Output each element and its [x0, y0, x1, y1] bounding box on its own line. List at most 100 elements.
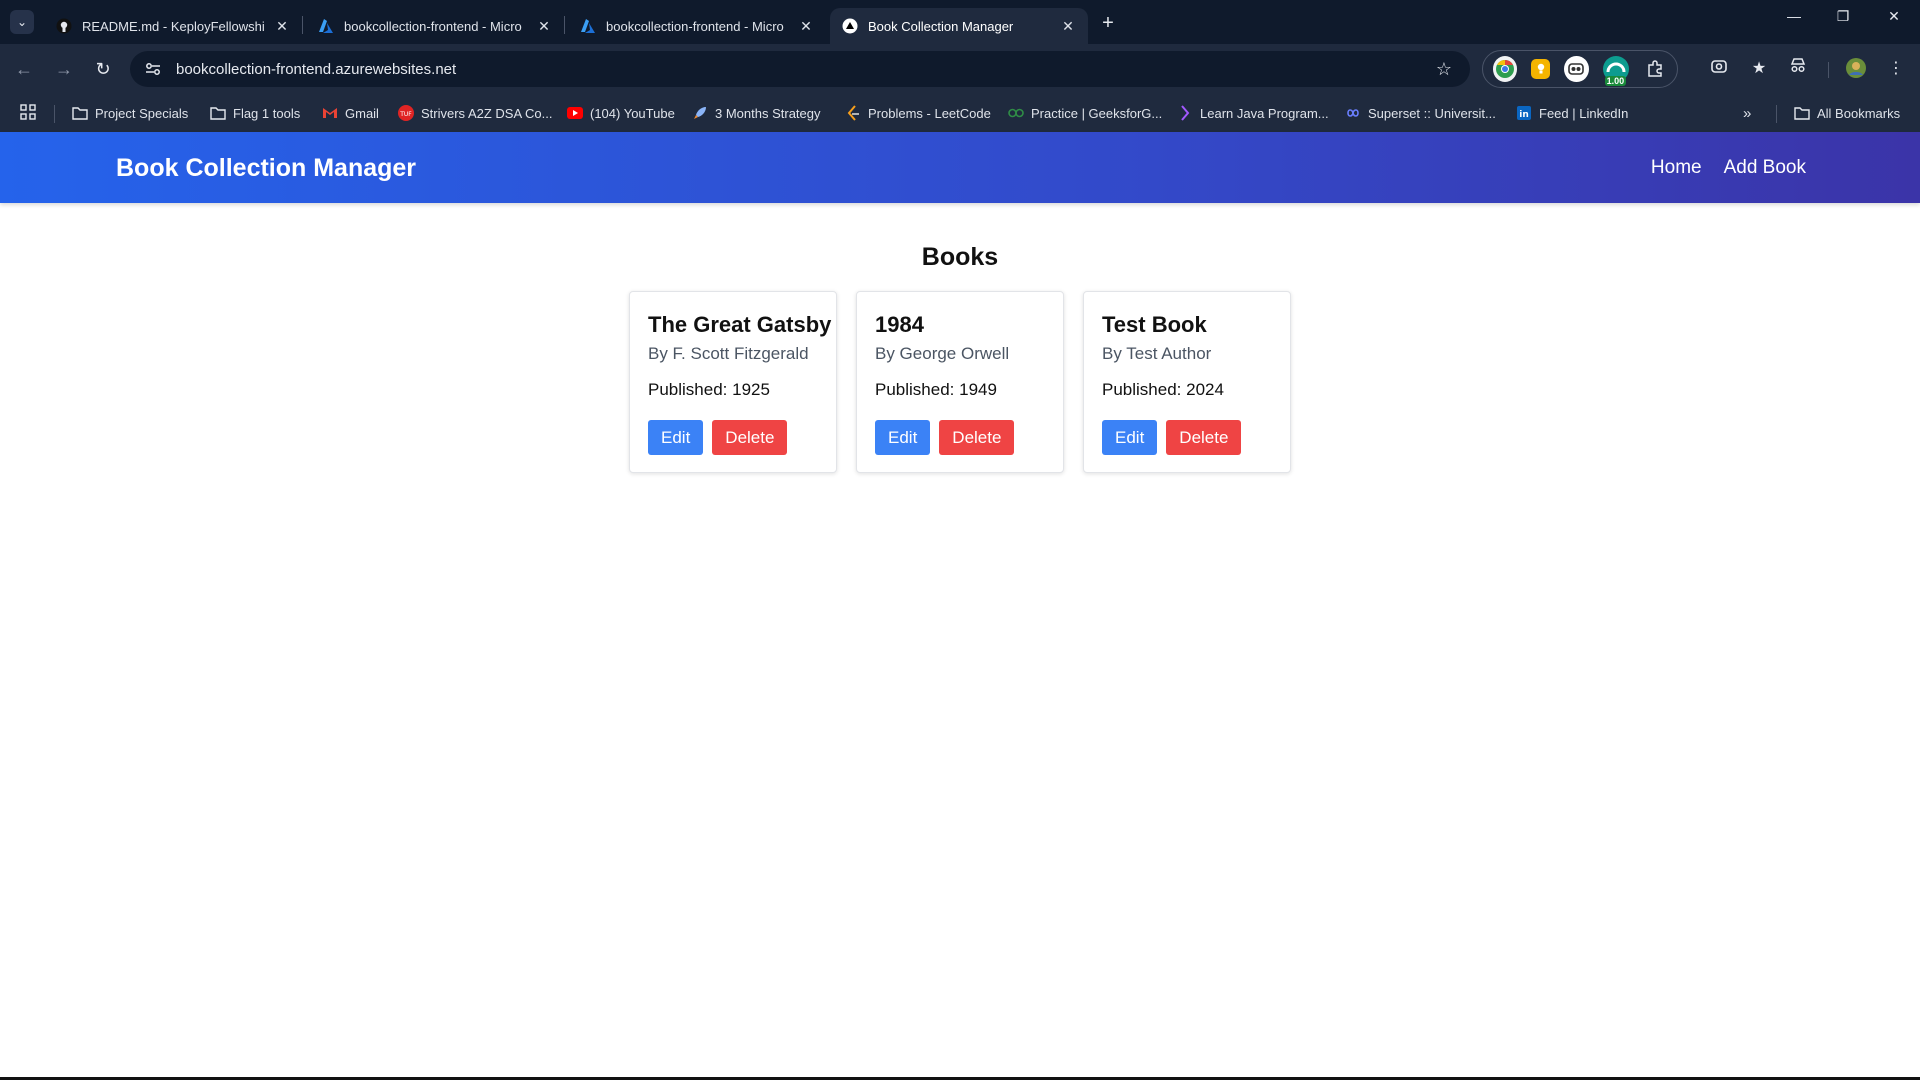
bookmark-strivers[interactable]: TUF Strivers A2Z DSA Co... [398, 103, 553, 123]
close-icon[interactable]: ✕ [536, 18, 552, 35]
site-info-icon[interactable] [142, 58, 164, 80]
chevron-down-icon: ⌄ [16, 15, 28, 29]
toolbar-divider [1828, 62, 1829, 78]
book-title: Test Book [1102, 312, 1207, 337]
bookmark-leetcode[interactable]: Problems - LeetCode [845, 103, 991, 123]
folder-icon [72, 105, 88, 121]
book-author: By George Orwell [875, 344, 1010, 363]
delete-button[interactable]: Delete [1166, 420, 1242, 455]
close-icon[interactable]: ✕ [1060, 18, 1076, 35]
rocket-icon [692, 105, 708, 121]
extension-reader-icon[interactable] [1564, 56, 1589, 82]
browser-tab-strip: ⌄ README.md - KeployFellowship ✕ bookcol… [0, 0, 1920, 44]
reload-icon[interactable]: ↻ [91, 57, 115, 81]
page-title: Books [921, 243, 999, 271]
back-icon[interactable]: ← [12, 57, 36, 81]
extensions-group: 1.00 [1482, 50, 1678, 88]
book-list: The Great Gatsby By F. Scott Fitzgerald … [629, 291, 1291, 473]
linkedin-icon: in [1516, 105, 1532, 121]
book-published: Published: 1949 [875, 380, 997, 399]
extensions-puzzle-icon[interactable] [1643, 56, 1667, 82]
bookmark-youtube[interactable]: (104) YouTube [567, 103, 675, 123]
svg-text:TUF: TUF [399, 111, 412, 118]
bookmark-label: Learn Java Program... [1200, 105, 1329, 121]
bookmark-linkedin[interactable]: in Feed | LinkedIn [1516, 103, 1628, 123]
edit-button[interactable]: Edit [875, 420, 931, 455]
incognito-icon[interactable] [1786, 57, 1810, 81]
java-icon [1177, 105, 1193, 121]
favorites-icon[interactable]: ★ [1747, 57, 1771, 81]
extension-speed-icon[interactable]: 1.00 [1602, 56, 1629, 86]
book-published: Published: 2024 [1102, 380, 1224, 399]
nav-home-link[interactable]: Home [1651, 157, 1702, 179]
app-header: Book Collection Manager Home Add Book [0, 132, 1920, 203]
bookmark-label: Flag 1 tools [233, 105, 301, 121]
github-icon [56, 18, 72, 34]
browser-tab[interactable]: bookcollection-frontend - Micro ✕ [568, 8, 826, 44]
app-title[interactable]: Book Collection Manager [116, 154, 416, 183]
edit-button[interactable]: Edit [648, 420, 704, 455]
restore-icon[interactable]: ❐ [1829, 8, 1857, 25]
minimize-icon[interactable]: — [1780, 8, 1808, 24]
bookmark-project-specials[interactable]: Project Specials [72, 103, 188, 123]
tab-title: Book Collection Manager [868, 18, 1014, 34]
more-menu-icon[interactable]: ⋮ [1884, 57, 1908, 81]
gmail-icon [322, 105, 338, 121]
extension-chrome-icon[interactable] [1493, 56, 1518, 82]
bookmark-geeksforgeeks[interactable]: Practice | GeeksforG... [1008, 103, 1162, 123]
bookmark-label: Strivers A2Z DSA Co... [421, 105, 553, 121]
new-tab-button[interactable]: + [1098, 12, 1118, 35]
browser-tab[interactable]: bookcollection-frontend - Micro ✕ [306, 8, 564, 44]
bookmark-flag-1-tools[interactable]: Flag 1 tools [210, 103, 300, 123]
bookmark-superset[interactable]: Superset :: Universit... [1345, 103, 1496, 123]
svg-text:in: in [1519, 110, 1529, 120]
bookmarks-divider [54, 105, 55, 123]
screenshot-icon[interactable] [1707, 57, 1731, 81]
profile-avatar-icon[interactable] [1844, 57, 1868, 81]
more-bookmarks-chevron-icon[interactable]: » [1743, 103, 1751, 123]
gfg-icon [1008, 105, 1024, 121]
bookmark-learn-java[interactable]: Learn Java Program... [1177, 103, 1329, 123]
book-author: By F. Scott Fitzgerald [648, 344, 809, 363]
tab-divider [564, 16, 565, 34]
bookmark-gmail[interactable]: Gmail [322, 103, 379, 123]
tab-title: README.md - KeployFellowship [82, 18, 264, 34]
forward-icon[interactable]: → [52, 57, 76, 81]
book-title: 1984 [875, 312, 924, 337]
tab-title: bookcollection-frontend - Micro [344, 18, 522, 34]
nav-add-book-link[interactable]: Add Book [1724, 157, 1806, 179]
book-actions: Edit Delete [875, 420, 1045, 455]
book-card: The Great Gatsby By F. Scott Fitzgerald … [629, 291, 837, 473]
bookmark-star-icon[interactable]: ☆ [1432, 59, 1456, 80]
azure-icon [318, 18, 334, 34]
apps-grid-icon[interactable] [18, 104, 38, 124]
bookmark-label: Gmail [345, 105, 379, 121]
edit-button[interactable]: Edit [1102, 420, 1158, 455]
superset-icon [1345, 105, 1361, 121]
close-icon[interactable]: ✕ [798, 18, 814, 35]
bookmark-label: (104) YouTube [590, 105, 675, 121]
book-actions: Edit Delete [648, 420, 818, 455]
browser-tab[interactable]: README.md - KeployFellowship ✕ [44, 8, 302, 44]
browser-toolbar: ← → ↻ bookcollection-frontend.azurewebsi… [0, 44, 1920, 94]
bookmark-label: All Bookmarks [1817, 105, 1901, 121]
close-icon[interactable]: ✕ [274, 18, 290, 35]
book-card: 1984 By George Orwell Published: 1949 Ed… [856, 291, 1064, 473]
book-author: By Test Author [1102, 344, 1212, 363]
browser-tab-active[interactable]: Book Collection Manager ✕ [830, 8, 1088, 44]
bookmarks-bar: Project Specials Flag 1 tools Gmail TUF … [0, 94, 1920, 132]
window-close-icon[interactable]: ✕ [1880, 8, 1908, 25]
address-bar[interactable]: bookcollection-frontend.azurewebsites.ne… [130, 51, 1470, 87]
tab-search-button[interactable]: ⌄ [10, 10, 34, 34]
bookmark-3-months-strategy[interactable]: 3 Months Strategy [692, 103, 821, 123]
extension-keep-icon[interactable] [1531, 59, 1551, 79]
extension-badge: 1.00 [1604, 76, 1627, 86]
folder-icon [1794, 105, 1810, 121]
bookmark-label: 3 Months Strategy [715, 105, 821, 121]
all-bookmarks-button[interactable]: All Bookmarks [1794, 103, 1900, 123]
book-card: Test Book By Test Author Published: 2024… [1083, 291, 1291, 473]
delete-button[interactable]: Delete [712, 420, 788, 455]
bookmark-label: Project Specials [95, 105, 189, 121]
folder-icon [210, 105, 226, 121]
delete-button[interactable]: Delete [939, 420, 1015, 455]
